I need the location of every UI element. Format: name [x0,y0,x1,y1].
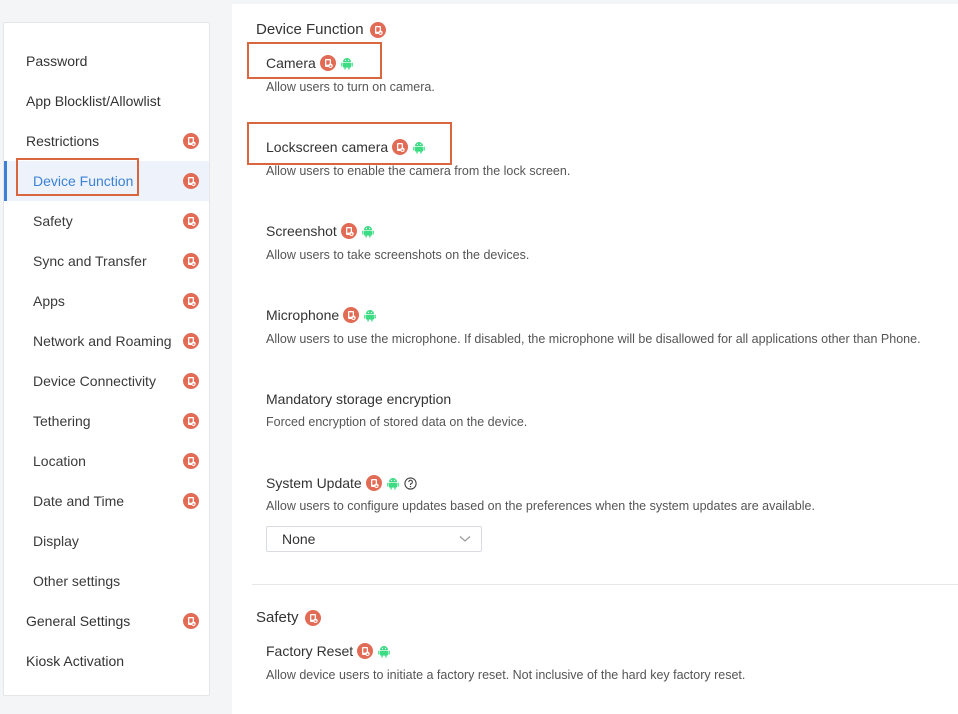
sidebar-item-network-and-roaming[interactable]: Network and Roaming [4,321,209,361]
setting-desc-system-update: Allow users to configure updates based o… [266,499,815,513]
setting-title-lockscreen-camera: Lockscreen camera [266,139,426,155]
sidebar-item-label: Kiosk Activation [26,653,125,669]
help-icon[interactable] [404,476,417,490]
setting-desc-screenshot: Allow users to take screenshots on the d… [266,248,530,262]
sidebar-item-label: Date and Time [33,493,125,509]
setting-desc-microphone: Allow users to use the microphone. If di… [266,332,921,346]
sidebar-item-label: Sync and Transfer [33,253,147,269]
main-content: Device Function Camera Allow users to tu… [232,4,958,714]
lock-icon [183,613,199,629]
sidebar-item-label: Device Connectivity [33,373,156,389]
lock-icon [369,21,386,38]
lock-icon [183,373,199,389]
lock-icon [357,643,374,659]
lock-icon [343,307,360,323]
sidebar: Password App Blocklist/Allowlist Restric… [3,22,210,696]
lock-icon [183,133,199,149]
android-icon [386,478,399,490]
sidebar-item-label: Tethering [33,413,91,429]
lock-icon [304,609,321,626]
sidebar-item-label: Safety [33,213,73,229]
sidebar-item-device-function[interactable]: Device Function [4,161,209,201]
system-update-select[interactable]: None [266,526,482,552]
android-icon [364,310,376,322]
android-icon [413,142,425,154]
lock-icon [183,413,199,429]
sidebar-item-apps[interactable]: Apps [4,281,209,321]
sidebar-item-tethering[interactable]: Tethering [4,401,209,441]
sidebar-item-label: Device Function [33,173,134,189]
sidebar-item-date-and-time[interactable]: Date and Time [4,481,209,521]
android-icon [362,226,374,238]
android-icon [378,646,390,658]
lock-icon [183,213,199,229]
section-divider [252,584,958,585]
setting-title-factory-reset: Factory Reset [266,643,391,659]
lock-icon [365,475,382,491]
sidebar-item-device-connectivity[interactable]: Device Connectivity [4,361,209,401]
sidebar-item-label: Other settings [33,573,121,589]
sidebar-item-label: Restrictions [26,133,100,149]
sidebar-item-sync-and-transfer[interactable]: Sync and Transfer [4,241,209,281]
sidebar-item-label: Location [33,453,86,469]
sidebar-item-label: General Settings [26,613,131,629]
sidebar-item-label: Display [33,533,79,549]
setting-title-screenshot: Screenshot [266,223,375,239]
setting-title-system-update: System Update [266,475,417,491]
setting-desc-lockscreen-camera: Allow users to enable the camera from th… [266,164,571,178]
android-icon [340,58,353,70]
sidebar-item-label: Password [26,53,88,69]
section-title-device-function: Device Function [256,21,386,38]
lock-icon [183,453,199,469]
sidebar-item-restrictions[interactable]: Restrictions [4,121,209,161]
setting-title-camera: Camera [266,55,354,71]
system-update-select-value: None [282,531,316,547]
setting-desc-factory-reset: Allow device users to initiate a factory… [266,668,746,682]
section-title-safety: Safety [256,609,321,626]
lock-icon [183,253,199,269]
lock-icon [340,223,357,239]
sidebar-item-kiosk-activation[interactable]: Kiosk Activation [4,641,209,681]
sidebar-item-label: Apps [33,293,65,309]
sidebar-item-location[interactable]: Location [4,441,209,481]
sidebar-item-display[interactable]: Display [4,521,209,561]
setting-title-mandatory-storage-encryption: Mandatory storage encryption [266,391,452,407]
sidebar-item-other-settings[interactable]: Other settings [4,561,209,601]
lock-icon [183,493,199,509]
sidebar-item-password[interactable]: Password [4,41,209,81]
setting-title-microphone: Microphone [266,307,377,323]
sidebar-item-app-blocklist-allowlist[interactable]: App Blocklist/Allowlist [4,81,209,121]
setting-desc-mandatory-storage-encryption: Forced encryption of stored data on the … [266,415,528,429]
lock-icon [183,293,199,309]
lock-icon [392,139,409,155]
sidebar-item-general-settings[interactable]: General Settings [4,601,209,641]
sidebar-item-label: Network and Roaming [33,333,172,349]
lock-icon [319,55,336,71]
lock-icon [183,173,199,189]
sidebar-item-safety[interactable]: Safety [4,201,209,241]
lock-icon [183,333,199,349]
chevron-down-icon [459,536,471,542]
setting-desc-camera: Allow users to turn on camera. [266,80,435,94]
sidebar-item-label: App Blocklist/Allowlist [26,93,161,109]
